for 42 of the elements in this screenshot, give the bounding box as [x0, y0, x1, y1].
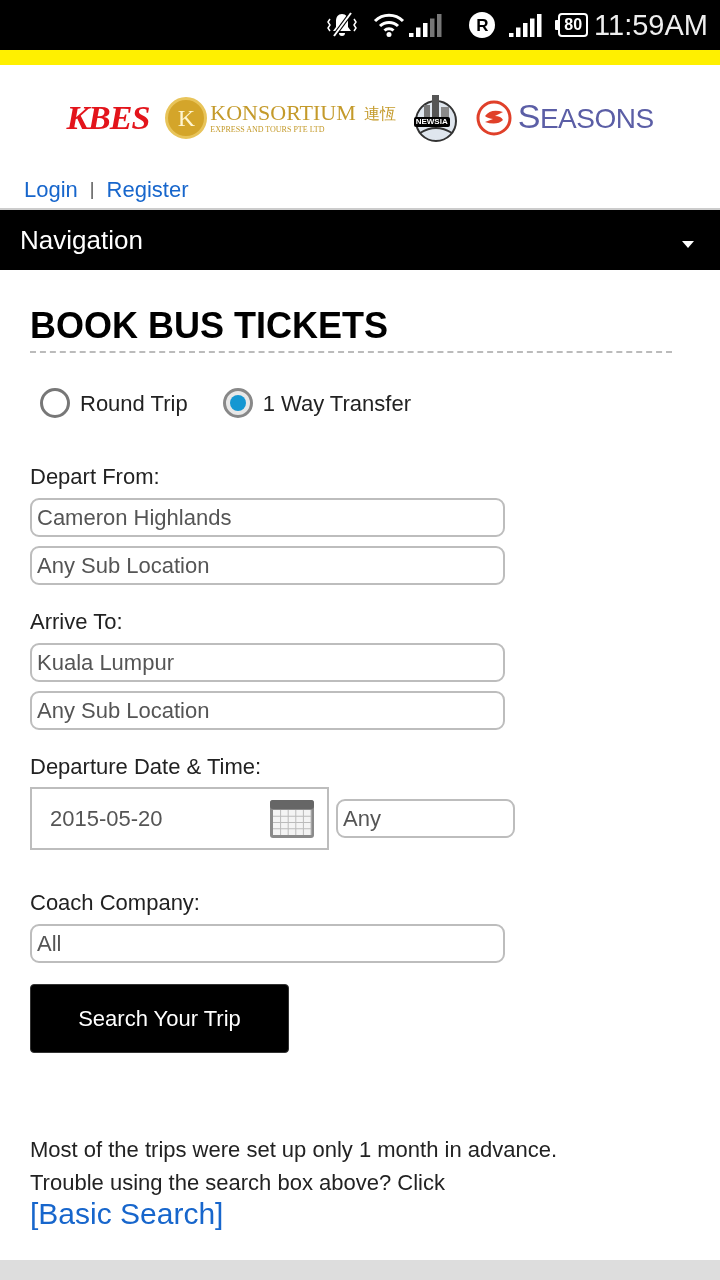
field-label: Departure Date & Time:: [30, 754, 263, 780]
logo-emblem: K: [165, 96, 208, 139]
battery-indicator: 80: [555, 13, 589, 37]
logo-subtitle: EXPRESS AND TOURS PTE LTD: [210, 124, 325, 135]
roaming-indicator: R: [469, 12, 496, 38]
radio-button[interactable]: [222, 388, 253, 418]
logo-text: NEWSIA: [413, 116, 450, 127]
navigation-label: Navigation: [20, 223, 143, 257]
info-text: Most of the trips were set up only 1 month in advance.: [30, 1136, 559, 1164]
clock-time: 11:59AM: [594, 10, 708, 40]
select-field[interactable]: Any: [336, 799, 515, 838]
field-label: Depart From:: [30, 464, 161, 490]
page-title: BOOK BUS TICKETS: [30, 304, 672, 353]
select-field[interactable]: Any Sub Location: [30, 546, 505, 585]
date-field[interactable]: 2015-05-20: [30, 787, 329, 850]
radio-label: Round Trip: [80, 389, 188, 418]
select-field[interactable]: Cameron Highlands: [30, 498, 505, 537]
wifi-icon: [373, 13, 406, 37]
swirl-logo-icon: [475, 99, 512, 136]
navigation-bar[interactable]: Navigation: [0, 208, 720, 270]
logo-text: KONSORTIUM: [210, 100, 356, 125]
login-link[interactable]: Login: [24, 172, 78, 206]
select-field[interactable]: Kuala Lumpur: [30, 643, 505, 682]
signal-icon: [509, 13, 544, 37]
signal-icon: [409, 13, 444, 37]
register-link[interactable]: Register: [106, 172, 189, 206]
radio-label: 1 Way Transfer: [262, 389, 411, 418]
field-label: Arrive To:: [30, 609, 124, 635]
basic-search-link[interactable]: [Basic Search]: [30, 1199, 224, 1229]
caret-icon: [682, 240, 694, 248]
calendar-icon: [269, 798, 315, 839]
link-separator: |: [89, 177, 95, 201]
radio-button[interactable]: [40, 388, 70, 418]
select-field[interactable]: All: [30, 924, 505, 963]
logo-text: KBES: [66, 98, 150, 137]
help-text: Trouble using the search box above? Click: [30, 1169, 446, 1197]
select-field[interactable]: Any Sub Location: [30, 691, 505, 730]
logo-chinese-text: 連恆: [363, 102, 396, 125]
field-label: Coach Company:: [30, 890, 201, 916]
muted-bell-icon: [327, 11, 358, 39]
search-button[interactable]: Search Your Trip: [30, 984, 289, 1053]
logo-text: SEASONS: [517, 99, 654, 136]
